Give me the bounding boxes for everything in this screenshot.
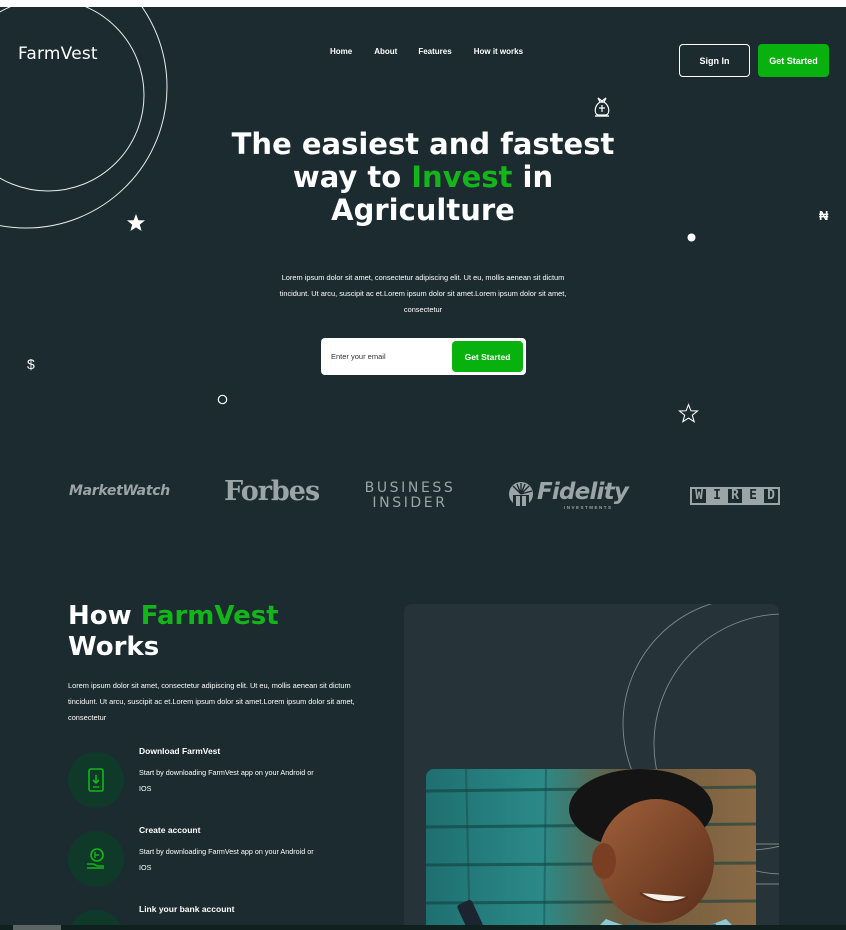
- wired-letter: R: [726, 487, 744, 505]
- hero-title-line2-post: in: [512, 160, 554, 194]
- bottom-scrollbar[interactable]: [0, 925, 846, 930]
- how-title-line2: Works: [68, 632, 160, 662]
- ring-icon: [217, 394, 228, 405]
- hero-title-line3: Agriculture: [331, 193, 515, 227]
- step-icon-circle: [68, 910, 124, 925]
- marketwatch-logo: MarketWatch: [69, 483, 170, 499]
- hero-description: Lorem ipsum dolor sit amet, consectetur …: [279, 273, 567, 314]
- star-filled-icon: [127, 214, 145, 231]
- hero-title-accent: Invest: [411, 160, 513, 194]
- star-outline-icon: [678, 403, 699, 423]
- step-icon-circle: [68, 752, 124, 808]
- email-signup-form: Get Started: [321, 338, 526, 375]
- step-icon-circle: [68, 831, 124, 887]
- hero-get-started-button[interactable]: Get Started: [452, 341, 523, 372]
- page: FarmVest Home About Features How it work…: [0, 7, 846, 925]
- nav-about[interactable]: About: [374, 47, 397, 56]
- business-insider-logo: BUSINESS INSIDER: [364, 481, 456, 511]
- wired-letter: D: [762, 487, 780, 505]
- business-insider-line1: BUSINESS: [364, 480, 456, 496]
- decorative-circles: [0, 7, 168, 229]
- nav-home[interactable]: Home: [330, 47, 352, 56]
- main-nav: Home About Features How it works: [330, 47, 545, 56]
- step-description: Start by downloading FarmVest app on you…: [139, 847, 314, 872]
- coins-hand-icon: [87, 848, 104, 869]
- get-started-button[interactable]: Get Started: [758, 44, 829, 77]
- email-input[interactable]: [331, 347, 451, 365]
- step-title: Link your bank account: [139, 904, 235, 914]
- dot-icon: [687, 233, 696, 242]
- step-title: Download FarmVest: [139, 746, 221, 756]
- nav-features[interactable]: Features: [418, 47, 451, 56]
- step-download: Download FarmVest Start by downloading F…: [68, 746, 368, 812]
- sign-in-button[interactable]: Sign In: [679, 44, 750, 77]
- step-create-account: Create account Start by downloading Farm…: [68, 825, 368, 891]
- farmer-photo-illustration: [426, 769, 756, 925]
- how-title-pre: How: [68, 601, 141, 631]
- how-image-card: [404, 604, 779, 925]
- phone-download-icon: [88, 768, 104, 792]
- brand-logo[interactable]: FarmVest: [18, 44, 98, 64]
- money-bag-icon: [594, 97, 610, 117]
- business-insider-line2: INSIDER: [372, 495, 448, 511]
- step-title: Create account: [139, 825, 201, 835]
- hero-title-line1: The easiest and fastest: [231, 127, 615, 161]
- hero-title-line2-pre: way to: [292, 160, 412, 194]
- how-description: Lorem ipsum dolor sit amet, consectetur …: [68, 681, 355, 722]
- nav-how-it-works[interactable]: How it works: [474, 47, 523, 56]
- how-section-title: How FarmVest Works: [68, 601, 279, 663]
- fidelity-subtitle: INVESTMENTS: [564, 505, 613, 510]
- fidelity-emblem-icon: [509, 482, 533, 507]
- wired-logo: W I R E D: [690, 487, 780, 505]
- wired-letter: W: [690, 487, 708, 505]
- dollar-symbol: $: [27, 356, 35, 372]
- step-link-bank: Link your bank account: [68, 904, 368, 925]
- step-description: Start by downloading FarmVest app on you…: [139, 768, 314, 793]
- how-title-accent: FarmVest: [140, 601, 279, 631]
- hero-title: The easiest and fastest way to Invest in…: [200, 128, 646, 227]
- farmer-photo: [426, 769, 756, 925]
- fidelity-wordmark: Fidelity: [537, 479, 629, 505]
- scrollbar-thumb[interactable]: [13, 925, 61, 930]
- forbes-logo: Forbes: [224, 476, 320, 507]
- naira-symbol: ₦: [819, 208, 829, 223]
- wired-letter: I: [708, 487, 726, 505]
- wired-letter: E: [744, 487, 762, 505]
